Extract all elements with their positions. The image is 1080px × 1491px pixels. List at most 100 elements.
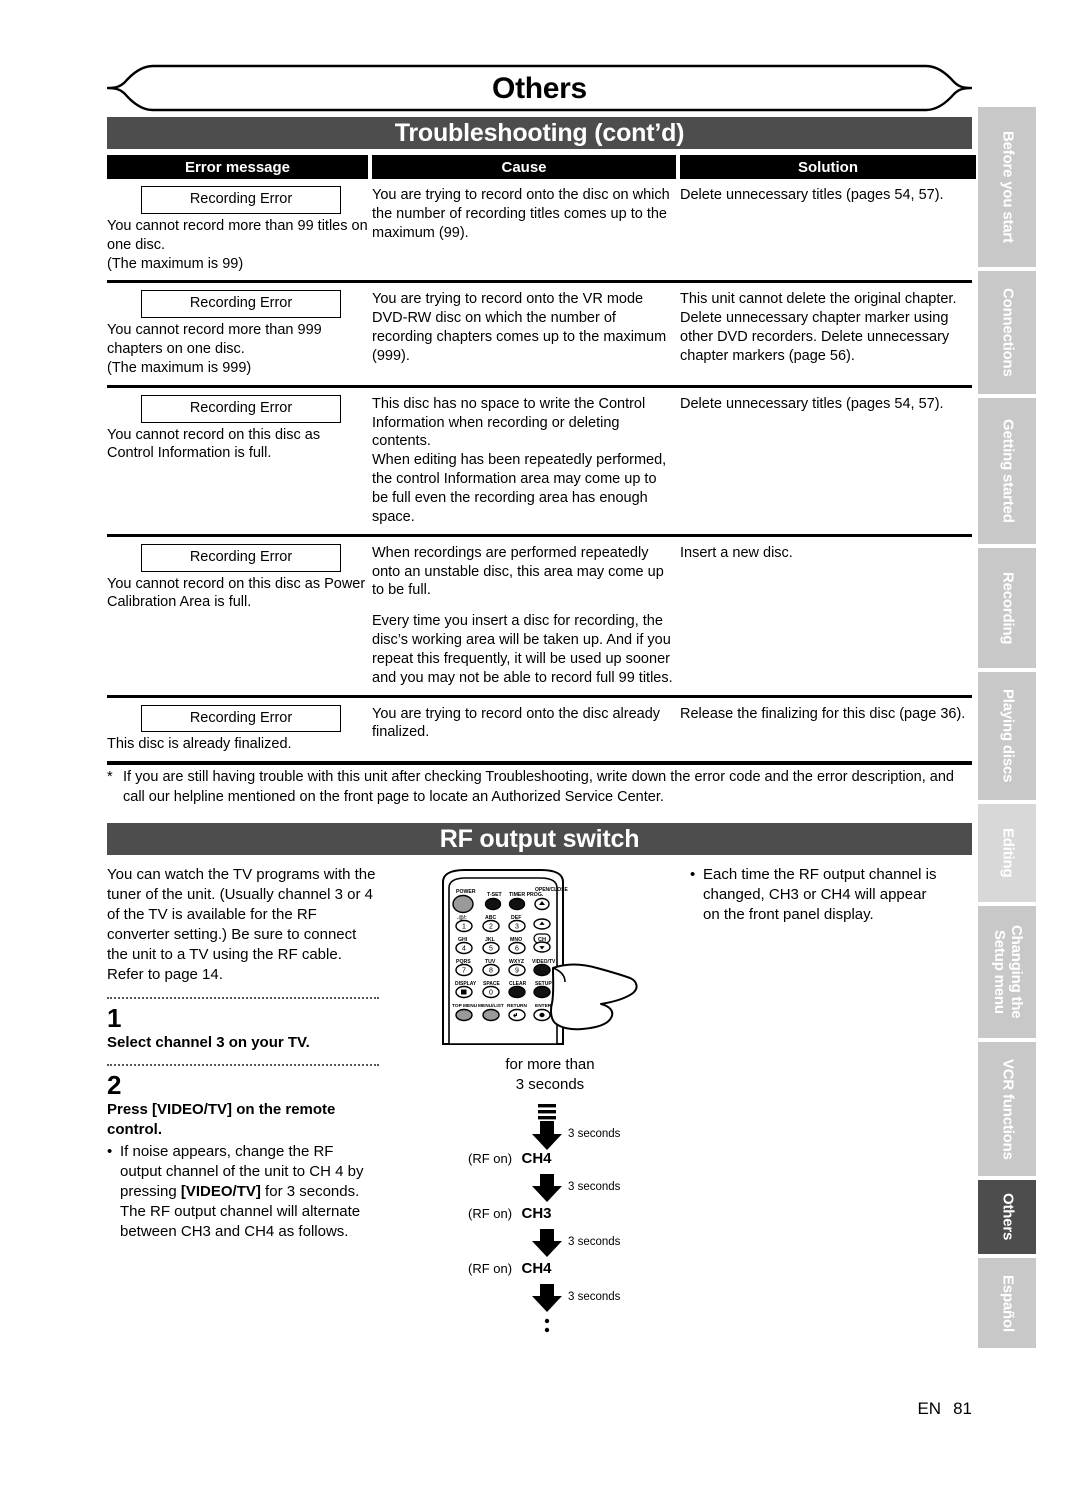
error-description: You cannot record on this disc as Contro… <box>107 426 321 462</box>
remote-key-6: 6 <box>515 946 519 953</box>
ellipsis-dot-icon <box>544 1318 550 1324</box>
step-2-bullets: • If noise appears, change the RF output… <box>107 1142 379 1242</box>
cell-solution: Release the finalizing for this disc (pa… <box>680 705 976 755</box>
remote-label-menulist: MENU/LIST <box>478 1003 504 1009</box>
troubleshooting-table: Error message Cause Solution Recording E… <box>107 155 976 766</box>
step-2-number: 2 <box>107 1070 122 1101</box>
bullet-item: • Each time the RF output channel is cha… <box>690 865 940 925</box>
cause-paragraph: You are trying to record onto the disc o… <box>372 187 670 241</box>
flow-caption-line-2: 3 seconds <box>515 1075 585 1093</box>
footnote: * If you are still having trouble with t… <box>107 768 972 807</box>
sidebar-item-playing-discs[interactable]: Playing discs <box>978 672 1036 800</box>
remote-key-1: 1 <box>462 924 466 931</box>
sidebar-item-label: Editing <box>999 828 1017 878</box>
bullet-dot: • <box>690 866 696 883</box>
footer-language: EN <box>917 1399 942 1418</box>
error-description: This disc is already finalized. <box>107 736 292 753</box>
sidebar-item-editing[interactable]: Editing <box>978 804 1036 902</box>
cell-cause: You are trying to record onto the disc o… <box>372 186 676 273</box>
arrow-label-duration: 3 seconds <box>568 1291 621 1303</box>
remote-button-power <box>452 894 474 914</box>
footnote-marker: * <box>107 769 113 785</box>
sidebar-item-others[interactable]: Others <box>978 1180 1036 1254</box>
step-1-number: 1 <box>107 1002 122 1033</box>
sidebar-item-label: Before you start <box>999 131 1017 243</box>
sidebar-item-label: Recording <box>999 571 1017 645</box>
remote-key-5: 5 <box>489 946 493 953</box>
remote-label-enter: ENTER <box>535 1003 552 1009</box>
cell-error-message: Recording Error You cannot record on thi… <box>107 394 368 527</box>
solution-paragraph: Insert a new disc. <box>680 544 793 561</box>
manual-page: Others Troubleshooting (cont’d) Error me… <box>0 0 1080 1491</box>
sidebar-item-vcr-functions[interactable]: VCR functions <box>978 1042 1036 1176</box>
sidebar-item-label: Playing discs <box>999 689 1017 783</box>
remote-control-illustration: POWER T-SET TIMER PROG. OPEN/CLOSE .@/: … <box>425 868 675 1048</box>
arrow-label-duration: 3 seconds <box>568 1236 621 1248</box>
remote-button-setup <box>533 985 551 999</box>
cell-solution: Delete unnecessary titles (pages 54, 57)… <box>680 186 976 273</box>
flow-body: 3 seconds (RF on) CH4 3 seconds (RF on) … <box>410 1102 690 1342</box>
sidebar-item-label: Others <box>999 1193 1017 1241</box>
cell-error-message: Recording Error This disc is already fin… <box>107 704 368 755</box>
sidebar-item-recording[interactable]: Recording <box>978 548 1036 668</box>
remote-key-4: 4 <box>462 946 466 953</box>
cause-paragraph: You are trying to record onto the VR mod… <box>372 291 667 364</box>
footer-page-number: 81 <box>953 1399 972 1418</box>
remote-label-top-menu: TOP MENU <box>452 1003 478 1009</box>
sidebar-item-changing-setup-menu[interactable]: Changing the Setup menu <box>978 906 1036 1038</box>
cell-solution: This unit cannot delete the original cha… <box>680 290 976 377</box>
footnote-text: If you are still having trouble with thi… <box>123 769 954 805</box>
solution-paragraph: Delete unnecessary titles (pages 54, 57)… <box>680 187 944 203</box>
page-footer: EN 81 <box>917 1399 972 1419</box>
cell-error-message: Recording Error You cannot record more t… <box>107 186 368 273</box>
remote-button-menulist <box>482 1008 500 1022</box>
divider-dotted <box>107 1064 379 1067</box>
divider-dotted <box>107 996 379 999</box>
remote-button-top-menu <box>455 1008 473 1022</box>
flow-rf-on-label: (RF on) <box>468 1261 513 1276</box>
flow-rf-on-label: (RF on) <box>468 1151 513 1166</box>
flow-rf-on-label: (RF on) <box>468 1206 513 1221</box>
arrow-label-duration: 3 seconds <box>568 1181 621 1193</box>
cell-solution: Delete unnecessary titles (pages 54, 57)… <box>680 395 976 527</box>
down-arrow-icon <box>532 1284 562 1312</box>
cell-cause: You are trying to record onto the VR mod… <box>372 290 676 377</box>
remote-button-timer-prog <box>508 897 526 911</box>
cell-error-message: Recording Error You cannot record more t… <box>107 290 368 377</box>
remote-label-t-set: T-SET <box>487 892 503 898</box>
remote-label-open-close: OPEN/CLOSE <box>535 887 568 893</box>
stop-square-icon <box>461 989 467 995</box>
bullet-text: If noise appears, change the RF output c… <box>120 1142 379 1242</box>
cell-cause: This disc has no space to write the Cont… <box>372 395 676 527</box>
remote-key-2: 2 <box>489 924 493 931</box>
table-header-row: Error message Cause Solution <box>107 155 976 179</box>
rf-right-column: • Each time the RF output channel is cha… <box>690 865 940 925</box>
bullet-item: • If noise appears, change the RF output… <box>107 1142 379 1242</box>
sidebar-item-getting-started[interactable]: Getting started <box>978 398 1036 544</box>
enter-dot-icon <box>539 1012 545 1018</box>
flow-channel-label: CH3 <box>521 1205 552 1222</box>
flow-state-row: (RF on) CH3 <box>468 1205 552 1223</box>
ellipsis-dot-icon <box>544 1327 550 1333</box>
sidebar-item-connections[interactable]: Connections <box>978 271 1036 394</box>
col-header-error-message: Error message <box>107 155 368 179</box>
down-arrow-icon <box>532 1174 562 1202</box>
sidebar-item-espanol[interactable]: Español <box>978 1258 1036 1348</box>
remote-key-0: 0 <box>489 990 493 997</box>
error-code-box: Recording Error <box>141 543 341 572</box>
step-1-heading: Select channel 3 on your TV. <box>107 1033 310 1051</box>
flow-caption-line-1: for more than <box>505 1056 595 1073</box>
table-row: Recording Error You cannot record on thi… <box>107 537 972 698</box>
sidebar-item-before-you-start[interactable]: Before you start <box>978 107 1036 267</box>
remote-control-svg: POWER T-SET TIMER PROG. OPEN/CLOSE .@/: … <box>442 869 638 1045</box>
chapter-ribbon: Others <box>107 62 972 115</box>
cell-solution: Insert a new disc. <box>680 544 976 688</box>
table-row: Recording Error You cannot record on thi… <box>107 388 972 537</box>
remote-key-8: 8 <box>489 968 493 975</box>
cause-paragraph: This disc has no space to write the Cont… <box>372 395 646 450</box>
table-row: Recording Error You cannot record more t… <box>107 283 972 388</box>
sidebar-item-label: VCR functions <box>999 1058 1017 1160</box>
remote-button-videotv <box>533 963 551 977</box>
remote-label-power: POWER <box>456 889 476 895</box>
remote-key-7: 7 <box>462 968 466 975</box>
